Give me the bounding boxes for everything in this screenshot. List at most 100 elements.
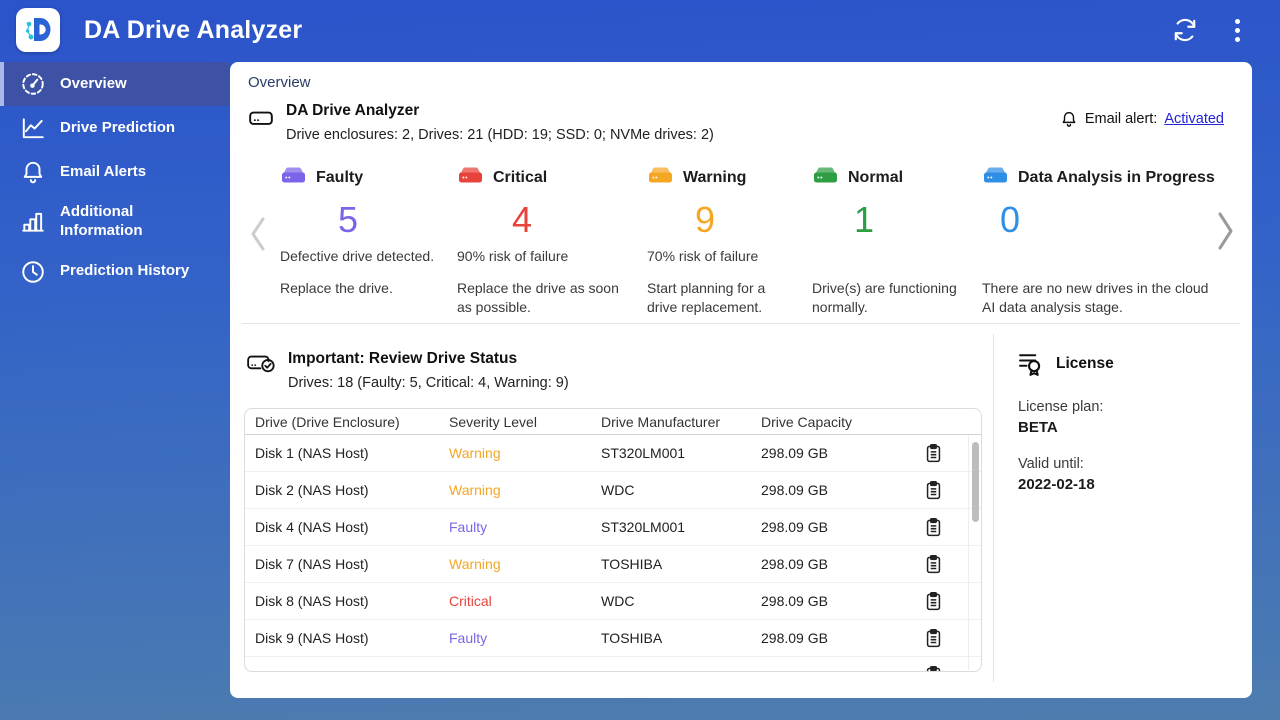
- cell-drive: Disk 8 (NAS Host): [255, 593, 369, 609]
- clipboard-icon[interactable]: [899, 665, 967, 671]
- clipboard-icon[interactable]: [899, 443, 967, 464]
- table-row[interactable]: Disk 7 (NAS Host) Warning TOSHIBA 298.09…: [245, 546, 981, 583]
- scrollbar-thumb[interactable]: [972, 442, 979, 522]
- license-valid-label: Valid until:: [1018, 456, 1084, 472]
- review-drive-status-header: Important: Review Drive Status Drives: 1…: [246, 350, 569, 391]
- summary-section: DA Drive Analyzer Drive enclosures: 2, D…: [248, 102, 714, 143]
- clipboard-icon[interactable]: [899, 480, 967, 501]
- clock-icon: [22, 260, 44, 283]
- status-card-warning: Warning 9 70% risk of failure Start plan…: [647, 165, 812, 317]
- email-alert: Email alert: Activated: [1060, 110, 1224, 128]
- table-row[interactable]: Disk 8 (NAS Host) Critical WDC 298.09 GB: [245, 583, 981, 620]
- status-card-count: 9: [695, 199, 716, 240]
- warning-drive-icon: [647, 165, 674, 190]
- status-card-faulty: Faulty 5 Defective drive detected. Repla…: [280, 165, 457, 317]
- email-alert-label: Email alert:: [1084, 111, 1158, 127]
- kebab-menu-icon[interactable]: [1224, 17, 1250, 43]
- carousel-left-arrow-icon[interactable]: [246, 214, 270, 259]
- bell-icon: [1062, 111, 1076, 127]
- table-header-row: Drive (Drive Enclosure) Severity Level D…: [245, 409, 981, 435]
- sidebar-item-label: Drive Prediction: [60, 118, 176, 136]
- status-card-risk: Defective drive detected.: [280, 248, 435, 264]
- cell-drive: Disk 9 (NAS Host): [255, 630, 369, 646]
- status-card-normal: Normal 1 Drive(s) are functioning normal…: [812, 165, 982, 317]
- status-card-action: Start planning for a drive replacement.: [647, 280, 766, 315]
- cell-drive: Disk 1 (NAS Host): [255, 445, 369, 461]
- column-header: Drive Capacity: [761, 413, 853, 430]
- summary-title: DA Drive Analyzer: [286, 102, 420, 119]
- sidebar-item-drive-prediction[interactable]: Drive Prediction: [0, 106, 230, 150]
- cell-manufacturer: TOSHIBA: [601, 630, 663, 646]
- email-alert-activated-link[interactable]: Activated: [1164, 111, 1224, 127]
- cell-capacity: 298.09 GB: [761, 519, 828, 535]
- status-card-label: Critical: [493, 168, 548, 186]
- status-card-count: 5: [338, 199, 359, 240]
- drive-status-table: Drive (Drive Enclosure) Severity Level D…: [244, 408, 982, 672]
- clipboard-icon[interactable]: [899, 517, 967, 538]
- clipboard-icon[interactable]: [899, 628, 967, 649]
- status-card-action: There are no new drives in the cloud AI …: [982, 280, 1209, 315]
- status-card-count: 4: [512, 199, 533, 240]
- table-row[interactable]: Disk 1 (NAS Host) Warning ST320LM001 298…: [245, 435, 981, 472]
- status-card-action: Replace the drive.: [280, 280, 393, 296]
- page-title: Overview: [248, 74, 311, 91]
- app-logo: [16, 8, 60, 52]
- clipboard-icon[interactable]: [899, 591, 967, 612]
- cell-capacity: 298.09 GB: [761, 556, 828, 572]
- sidebar-item-additional-information[interactable]: Additional Information: [0, 194, 230, 250]
- license-title: License: [1056, 355, 1114, 372]
- sidebar-item-label: Prediction History: [60, 262, 190, 280]
- app-logo-icon: [25, 18, 51, 41]
- cell-severity: Faulty: [449, 630, 488, 646]
- license-plan-value: BETA: [1018, 419, 1058, 436]
- sidebar: Overview Drive Prediction Email Alerts A…: [0, 62, 230, 720]
- cell-manufacturer: WDC: [601, 593, 635, 609]
- sidebar-item-email-alerts[interactable]: Email Alerts: [0, 150, 230, 194]
- status-card-carousel: Faulty 5 Defective drive detected. Repla…: [280, 165, 1232, 317]
- status-card-risk: [812, 248, 968, 279]
- review-subtitle: Drives: 18 (Faulty: 5, Critical: 4, Warn…: [288, 375, 569, 391]
- license-icon: [1019, 354, 1041, 376]
- license-header: License: [1016, 350, 1114, 378]
- clipboard-icon[interactable]: [899, 554, 967, 575]
- main-content-card: Overview DA Drive Analyzer Drive enclosu…: [230, 62, 1252, 698]
- summary-subtitle: Drive enclosures: 2, Drives: 21 (HDD: 19…: [286, 127, 714, 143]
- table-row[interactable]: Disk 9 (NAS Host) Faulty TOSHIBA 298.09 …: [245, 620, 981, 657]
- status-card-label: Data Analysis in Progress: [1018, 168, 1215, 186]
- table-row[interactable]: Disk 2 (NAS Host) Warning WDC 298.09 GB: [245, 472, 981, 509]
- table-row[interactable]: Disk 4 (NAS Host) Faulty ST320LM001 298.…: [245, 509, 981, 546]
- faulty-drive-icon: [280, 165, 307, 190]
- sidebar-item-prediction-history[interactable]: Prediction History: [0, 250, 230, 294]
- top-bar: DA Drive Analyzer: [0, 0, 1280, 60]
- analysis-drive-icon: [982, 165, 1009, 190]
- cell-capacity: 298.09 GB: [761, 482, 828, 498]
- line-chart-icon: [22, 118, 44, 139]
- sidebar-item-label: Email Alerts: [60, 162, 147, 180]
- sidebar-item-label: Additional Information: [60, 203, 143, 239]
- drive-icon: [249, 111, 273, 125]
- cell-drive: Disk 2 (NAS Host): [255, 482, 369, 498]
- license-valid-value: 2022-02-18: [1018, 476, 1095, 493]
- status-card-data-analysis: Data Analysis in Progress 0 There are no…: [982, 165, 1232, 317]
- table-row-partial[interactable]: [245, 657, 981, 671]
- status-card-risk: [982, 248, 1218, 279]
- license-plan-label: License plan:: [1018, 399, 1104, 415]
- cell-severity: Warning: [449, 556, 501, 572]
- vertical-divider: [993, 334, 994, 682]
- cell-severity: Faulty: [449, 519, 488, 535]
- table-scrollbar: [968, 436, 981, 670]
- cell-capacity: 298.09 GB: [761, 630, 828, 646]
- sidebar-item-label: Overview: [60, 74, 127, 92]
- bar-chart-icon: [22, 212, 44, 232]
- sidebar-item-overview[interactable]: Overview: [0, 62, 230, 106]
- cell-manufacturer: TOSHIBA: [601, 556, 663, 572]
- refresh-icon[interactable]: [1172, 17, 1198, 43]
- review-title: Important: Review Drive Status: [288, 350, 518, 367]
- status-card-label: Faulty: [316, 168, 364, 186]
- status-card-risk: 90% risk of failure: [457, 248, 569, 264]
- column-header: Severity Level: [449, 413, 537, 430]
- status-card-risk: 70% risk of failure: [647, 248, 759, 264]
- drive-check-icon: [247, 355, 275, 373]
- cell-severity: Warning: [449, 445, 501, 461]
- cell-manufacturer: ST320LM001: [601, 519, 686, 535]
